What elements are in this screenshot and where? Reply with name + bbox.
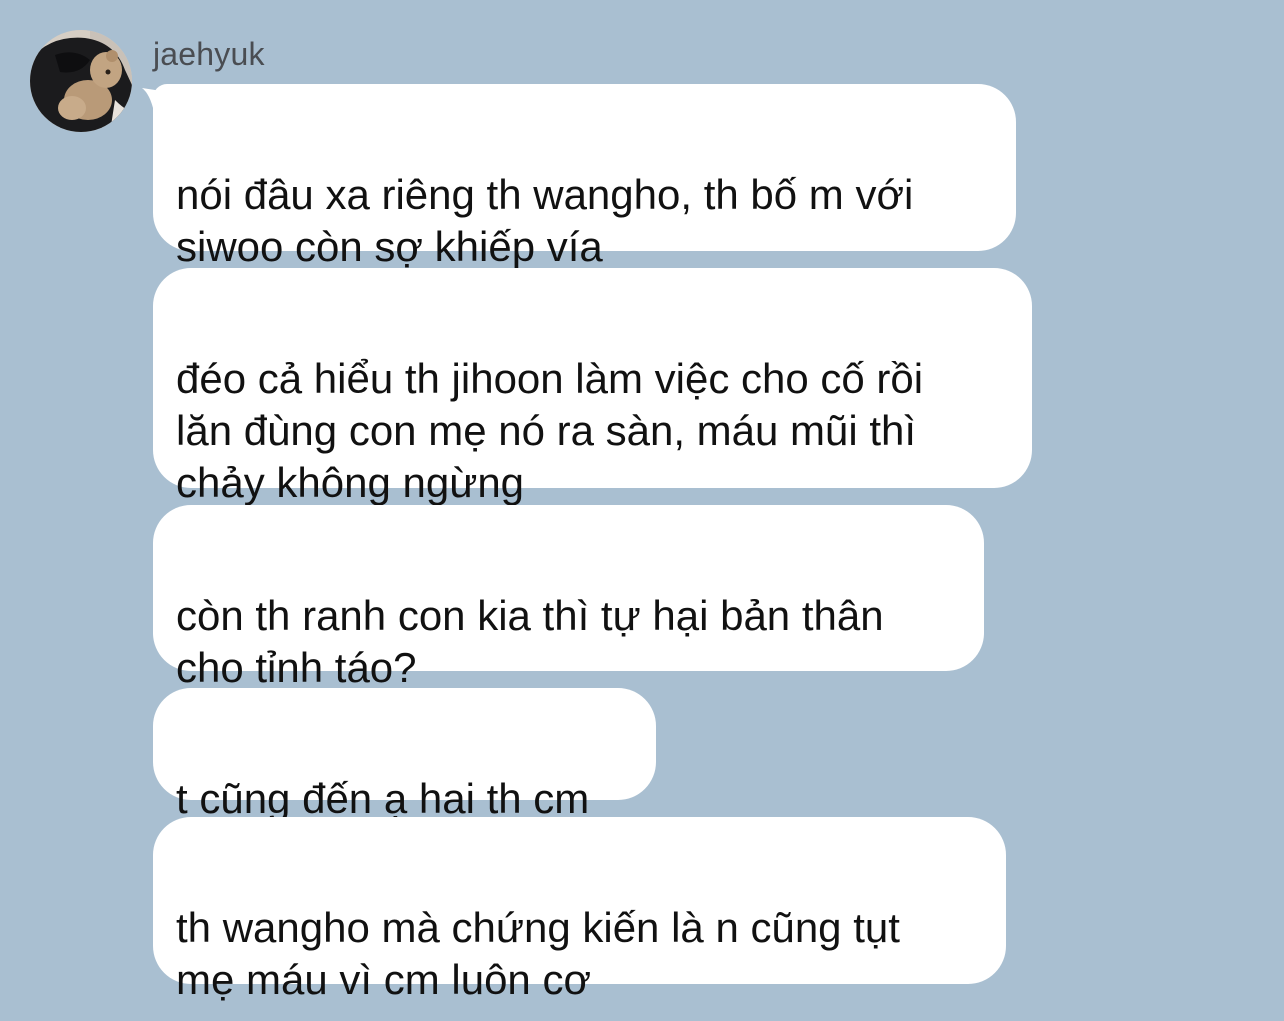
avatar[interactable] — [30, 30, 132, 132]
message-text: t cũng đến ạ hai th cm — [176, 775, 590, 822]
message-bubble[interactable]: đéo cả hiểu th jihoon làm việc cho cố rồ… — [153, 268, 1032, 506]
message-bubble[interactable]: t cũng đến ạ hai th cm — [153, 688, 656, 822]
message-text: đéo cả hiểu th jihoon làm việc cho cố rồ… — [176, 355, 924, 506]
chat-thread: jaehyuk nói đâu xa riêng th wangho, th b… — [0, 0, 1284, 1021]
message-bubble[interactable]: th wangho mà chứng kiến là n cũng tụt mẹ… — [153, 817, 1006, 1003]
message-text: nói đâu xa riêng th wangho, th bố m với … — [176, 171, 914, 270]
message-text: còn th ranh con kia thì tự hại bản thân … — [176, 592, 884, 691]
sender-name: jaehyuk — [153, 36, 265, 72]
message-text: th wangho mà chứng kiến là n cũng tụt mẹ… — [176, 904, 900, 1003]
avatar-photo-icon — [30, 30, 132, 132]
message-bubble[interactable]: nói đâu xa riêng th wangho, th bố m với … — [153, 84, 1016, 270]
message-bubble[interactable]: còn th ranh con kia thì tự hại bản thân … — [153, 505, 984, 691]
